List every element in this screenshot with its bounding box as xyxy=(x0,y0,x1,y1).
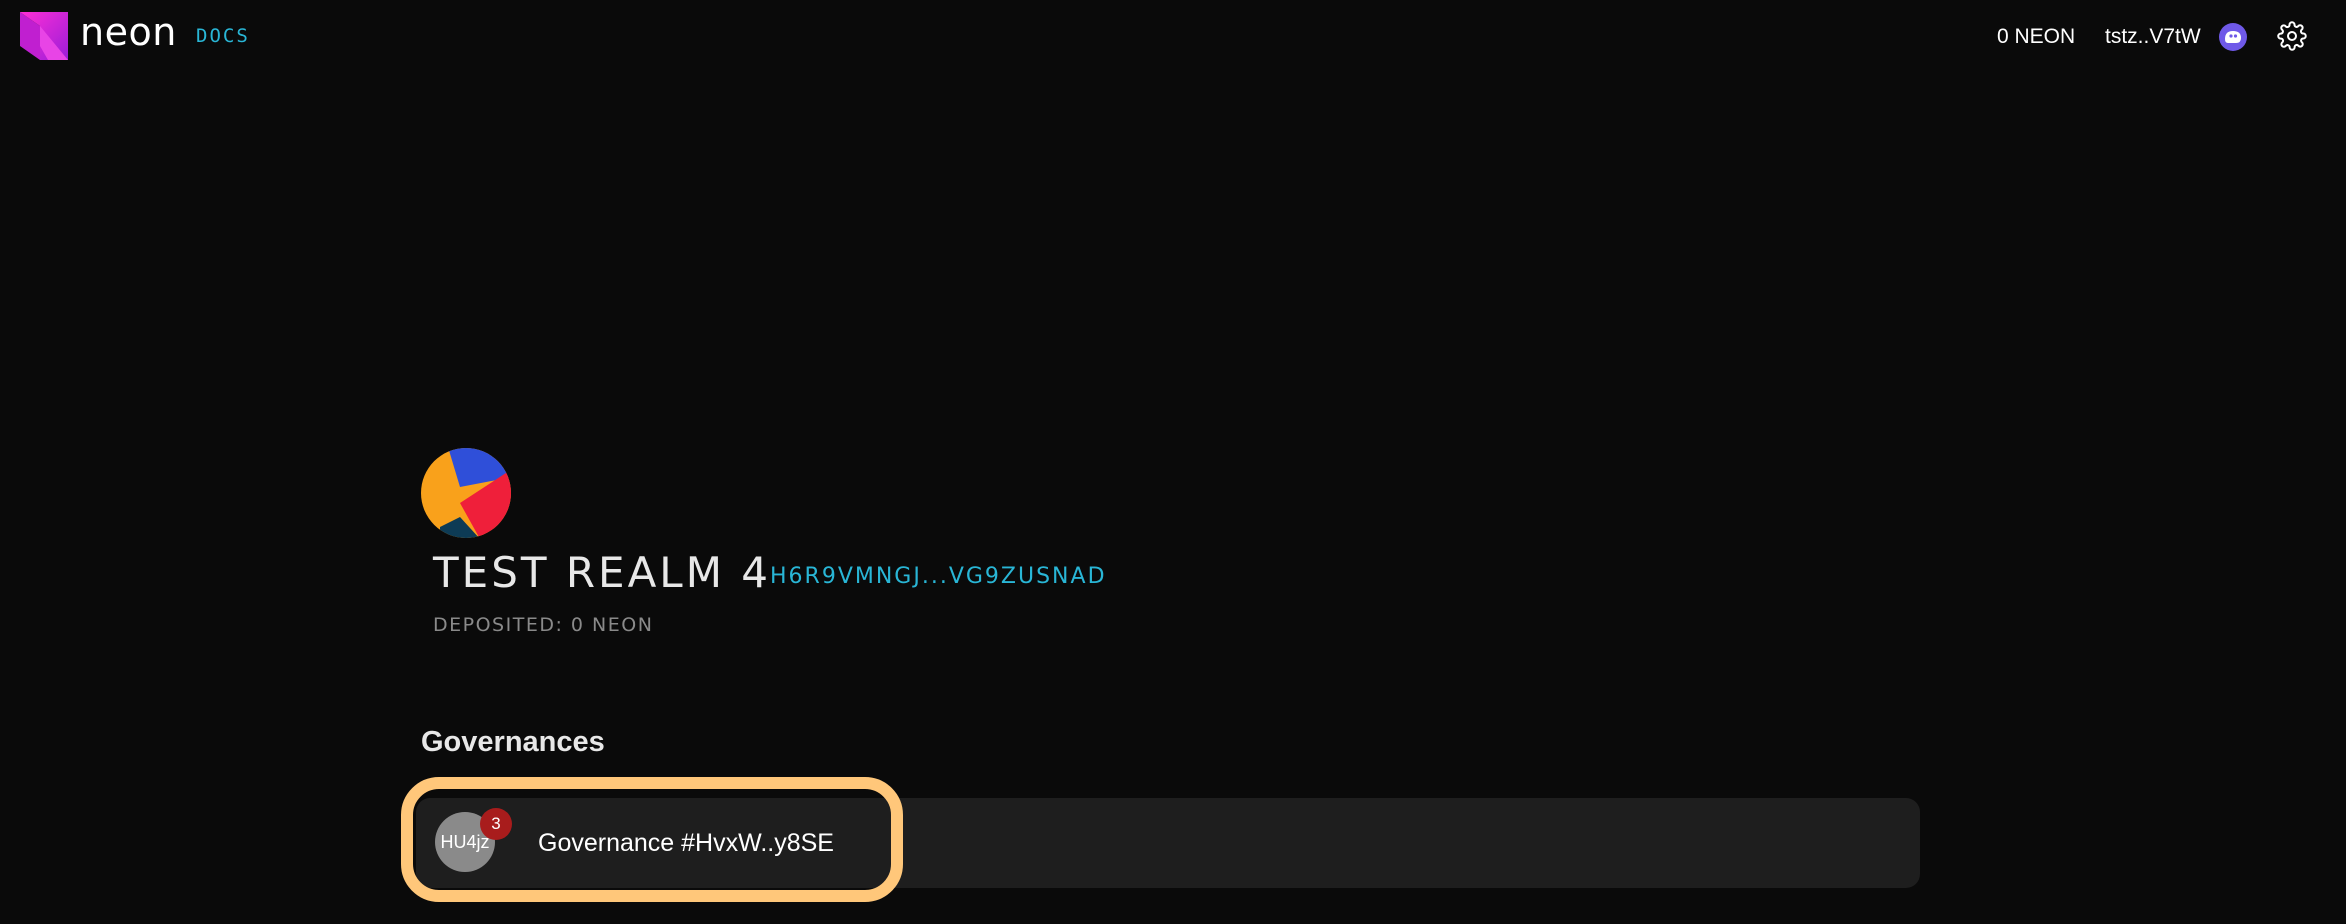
brand-name[interactable]: neon xyxy=(80,10,177,54)
realm-address-link[interactable]: H6R9VMNGJ...VG9ZUSNAD xyxy=(770,564,1107,589)
docs-link[interactable]: DOCS xyxy=(196,25,250,47)
governance-name[interactable]: Governance #HvxW..y8SE xyxy=(538,829,834,858)
gear-icon[interactable] xyxy=(2277,21,2307,51)
proposal-count-badge: 3 xyxy=(480,808,512,840)
top-navigation-bar: neon DOCS 0 NEON tstz..V7tW xyxy=(0,0,2346,72)
neon-logo-icon[interactable] xyxy=(20,12,68,60)
neon-balance: 0 NEON xyxy=(1997,25,2076,48)
wallet-address-button[interactable]: tstz..V7tW xyxy=(2105,25,2201,49)
realm-logo-icon xyxy=(421,448,511,538)
governances-heading: Governances xyxy=(421,726,605,758)
deposited-amount: DEPOSITED: 0 NEON xyxy=(433,614,654,636)
phantom-wallet-icon[interactable] xyxy=(2218,22,2248,52)
realm-title: TEST REALM 4 xyxy=(433,548,772,597)
